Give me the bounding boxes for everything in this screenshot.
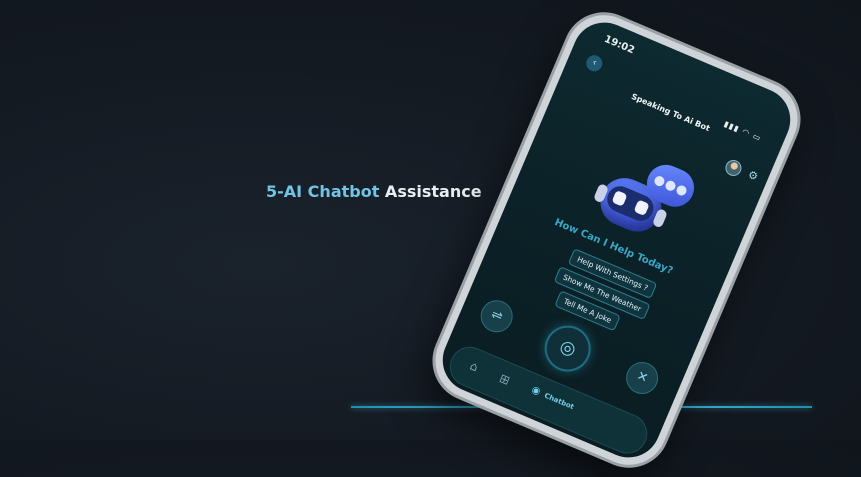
mic-button[interactable]: ◎ — [540, 321, 596, 377]
home-icon[interactable]: ⌂ — [468, 358, 480, 374]
back-button[interactable]: ‹ — [583, 52, 605, 74]
tab-chatbot-label[interactable]: Chatbot — [543, 392, 575, 412]
chatbot-icon[interactable]: ◉ — [530, 384, 542, 398]
wifi-icon: ◠ — [740, 126, 752, 139]
chevron-left-icon: ‹ — [590, 56, 599, 69]
phone-screen: 19:02 ▮▮▮ ◠ ▭ ‹ Speaking To Ai Bot ⚙ How… — [432, 12, 801, 468]
grid-icon[interactable]: ⊞ — [497, 371, 512, 388]
avatar[interactable] — [722, 157, 744, 179]
filters-button[interactable]: ⇌ — [477, 296, 517, 336]
sliders-icon: ⇌ — [488, 306, 505, 325]
close-button[interactable]: ✕ — [622, 358, 662, 398]
screen-title: Speaking To Ai Bot — [630, 91, 712, 134]
close-icon: ✕ — [634, 368, 651, 387]
feature-headline: 5-AI Chatbot Assistance — [266, 182, 482, 201]
bubble-dot — [663, 179, 678, 193]
gear-icon: ⚙ — [745, 167, 761, 184]
mic-icon: ◎ — [556, 335, 580, 361]
settings-button[interactable]: ⚙ — [746, 168, 760, 184]
bubble-dot — [674, 183, 689, 198]
headline-rest: Assistance — [379, 182, 482, 201]
bubble-dot — [652, 174, 666, 188]
partial-heading-cut-off: ···· ···· ··········· — [178, 0, 307, 8]
battery-icon: ▭ — [751, 131, 763, 144]
status-time: 19:02 — [602, 33, 637, 57]
headline-accent: 5-AI Chatbot — [266, 182, 380, 201]
